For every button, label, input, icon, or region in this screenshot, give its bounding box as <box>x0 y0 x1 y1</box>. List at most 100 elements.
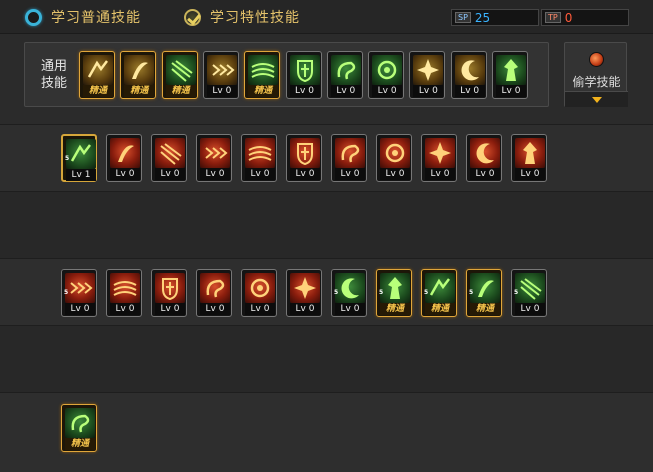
skill-slot[interactable]: 5 Lv 0 <box>61 269 97 317</box>
crouch-icon <box>124 55 155 85</box>
chevron-down-icon[interactable] <box>565 91 628 107</box>
skill-slot[interactable]: Lv 0 <box>106 269 142 317</box>
skill-slot[interactable]: Lv 0 <box>151 134 187 182</box>
skill-badge: 5 <box>469 289 474 296</box>
chevrons-icon <box>200 138 230 168</box>
skill-slot[interactable]: 5 Lv 0 <box>511 269 547 317</box>
skill-slot[interactable]: 精通 <box>61 404 97 452</box>
steal-skill-label: 偷学技能 <box>572 75 621 89</box>
skill-level-label: Lv 0 <box>289 85 320 97</box>
skill-slot[interactable]: Lv 0 <box>241 269 277 317</box>
skill-slot[interactable]: Lv 0 <box>151 269 187 317</box>
skill-level-label: Lv 0 <box>380 168 410 180</box>
skill-slot[interactable]: 5 Lv 0 <box>331 269 367 317</box>
skill-row-band <box>0 258 653 325</box>
skill-level-label: Lv 0 <box>372 85 403 97</box>
gust-icon <box>496 55 526 85</box>
skill-badge: 5 <box>334 289 339 296</box>
checkmark-icon[interactable] <box>184 8 201 26</box>
skill-row-band <box>0 392 653 472</box>
skill-level-label: Lv 0 <box>496 85 526 97</box>
skill-slot[interactable]: Lv 0 <box>409 51 446 99</box>
kick-icon <box>330 55 361 85</box>
skill-level-label: 精通 <box>248 85 279 97</box>
skill-slot[interactable]: Lv 0 <box>286 269 322 317</box>
skill-level-label: Lv 0 <box>330 85 361 97</box>
skill-slot[interactable]: 精通 <box>79 51 115 99</box>
skill-level-label: Lv 0 <box>515 168 545 180</box>
skill-slot[interactable]: 5 精通 <box>376 269 412 317</box>
skill-slot[interactable]: Lv 0 <box>286 134 322 182</box>
tp-counter: TP 0 <box>541 9 629 26</box>
skill-slot[interactable]: Lv 0 <box>241 134 277 182</box>
tab-learn-special[interactable]: 学习特性技能 <box>184 7 300 27</box>
arc-icon <box>380 138 410 168</box>
skill-badge: 5 <box>64 289 69 296</box>
skill-slot[interactable]: Lv 0 <box>202 51 239 99</box>
moon-icon <box>470 273 500 303</box>
runner-icon <box>66 139 96 169</box>
skill-level-label: Lv 0 <box>110 168 140 180</box>
skill-slot[interactable]: 精通 <box>161 51 198 99</box>
tab-learn-normal[interactable]: 学习普通技能 <box>25 7 141 27</box>
skill-level-label: 精通 <box>124 85 155 97</box>
skill-level-label: Lv 0 <box>245 168 275 180</box>
crescent-slash-icon <box>200 273 230 303</box>
skill-slot[interactable]: Lv 0 <box>376 134 412 182</box>
skill-level-label: Lv 0 <box>470 168 500 180</box>
skill-level-label: Lv 0 <box>65 303 95 315</box>
skill-slot[interactable]: Lv 0 <box>285 51 322 99</box>
leaf-blade-icon <box>425 273 455 303</box>
radio-icon[interactable] <box>25 8 42 26</box>
skill-slot[interactable]: 精通 <box>120 51 157 99</box>
triple-slash-icon <box>155 138 185 168</box>
target-icon <box>289 55 320 85</box>
skill-slot[interactable]: Lv 0 <box>331 134 367 182</box>
nova-icon <box>65 408 95 438</box>
skill-slot[interactable]: 5 精通 <box>421 269 457 317</box>
crosshair-icon <box>248 55 279 85</box>
skill-row-band <box>0 325 653 392</box>
rest-icon <box>83 55 113 85</box>
claw-slash-icon <box>110 138 140 168</box>
skill-slot[interactable]: Lv 0 <box>466 134 502 182</box>
skill-slot[interactable]: Lv 0 <box>368 51 405 99</box>
green-slash-icon <box>335 273 365 303</box>
skill-slot[interactable]: 5 精通 <box>466 269 502 317</box>
tab-learn-special-label: 学习特性技能 <box>210 10 300 26</box>
skill-badge: 5 <box>514 289 519 296</box>
skill-level-label: Lv 0 <box>206 85 237 97</box>
sp-value: 25 <box>474 10 491 25</box>
sparkle-icon <box>110 273 140 303</box>
dash-icon <box>165 55 196 85</box>
wave-icon <box>245 138 275 168</box>
skill-level-label: Lv 0 <box>200 168 230 180</box>
skill-slot[interactable]: Lv 0 <box>450 51 487 99</box>
burst-icon <box>470 138 500 168</box>
skill-level-label: Lv 0 <box>425 168 455 180</box>
skill-level-label: 精通 <box>425 303 455 315</box>
skill-badge: 5 <box>379 289 384 296</box>
skill-level-label: Lv 0 <box>335 168 365 180</box>
sp-tag: SP <box>455 12 471 23</box>
sp-counter: SP 25 <box>451 9 539 26</box>
skill-slot[interactable]: Lv 0 <box>326 51 363 99</box>
eye-icon <box>413 55 444 85</box>
star-burst-icon <box>515 273 545 303</box>
skill-slot[interactable]: Lv 0 <box>196 134 232 182</box>
skill-slot[interactable]: Lv 0 <box>511 134 547 182</box>
skill-slot[interactable]: 5 Lv 1 <box>61 134 97 182</box>
skill-slot[interactable]: Lv 0 <box>492 51 528 99</box>
blaze-icon <box>290 273 320 303</box>
skill-slot[interactable]: Lv 0 <box>421 134 457 182</box>
skill-level-label: 精通 <box>165 85 196 97</box>
skill-slot[interactable]: 精通 <box>244 51 281 99</box>
wings-icon <box>206 55 237 85</box>
skill-level-label: 精通 <box>470 303 500 315</box>
spikes-icon <box>515 138 545 168</box>
skill-slot[interactable]: Lv 0 <box>196 269 232 317</box>
steal-skill-button[interactable]: 偷学技能 <box>564 42 628 107</box>
skill-slot[interactable]: Lv 0 <box>106 134 142 182</box>
tower-icon <box>155 273 185 303</box>
general-skills-label: 通用技能 <box>40 59 67 91</box>
